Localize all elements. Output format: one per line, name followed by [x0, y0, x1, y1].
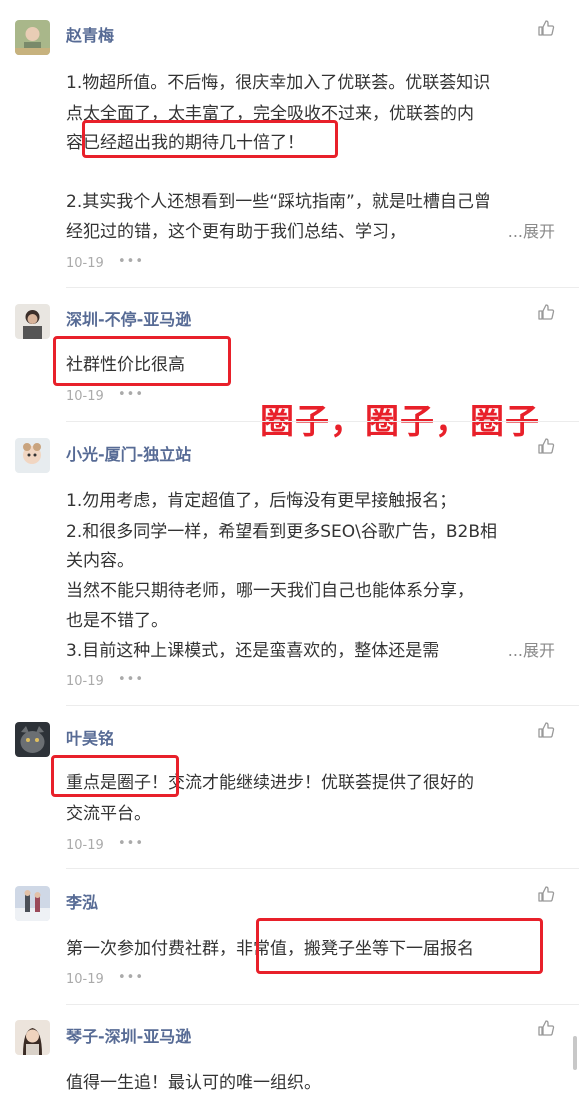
comment-text-line: 3.目前这种上课模式，还是蛮喜欢的，整体还是需: [66, 641, 440, 661]
comment-date: 10-19: [66, 972, 104, 987]
more-icon[interactable]: •••: [118, 970, 144, 985]
thumbs-up-icon[interactable]: [537, 885, 555, 903]
commenter-name[interactable]: 李泓: [66, 889, 98, 913]
expand-link[interactable]: ...展开: [508, 218, 555, 242]
highlight-box: [53, 336, 231, 386]
thumbs-up-icon[interactable]: [537, 303, 555, 321]
avatar[interactable]: [15, 20, 50, 55]
annotation-text: 圈子，圈子，圈子: [260, 402, 540, 442]
divider: [66, 705, 579, 706]
divider: [66, 421, 579, 422]
comment-text-line: 1.物超所值。不后悔，很庆幸加入了优联荟。优联荟知识: [66, 73, 491, 93]
commenter-name[interactable]: 深圳-不停-亚马逊: [66, 306, 191, 330]
more-icon[interactable]: •••: [118, 836, 144, 851]
avatar[interactable]: [15, 438, 50, 473]
commenter-name[interactable]: 琴子-深圳-亚马逊: [66, 1023, 191, 1047]
comment-date: 10-19: [66, 389, 104, 404]
comment-date: 10-19: [66, 838, 104, 853]
avatar[interactable]: [15, 304, 50, 339]
commenter-name[interactable]: 赵青梅: [66, 22, 114, 46]
thumbs-up-icon[interactable]: [537, 721, 555, 739]
commenter-name[interactable]: 小光-厦门-独立站: [66, 441, 191, 465]
thumbs-up-icon[interactable]: [537, 1019, 555, 1037]
avatar[interactable]: [15, 722, 50, 757]
divider: [66, 1004, 579, 1005]
more-icon[interactable]: •••: [118, 387, 144, 402]
comment-text-line: 值得一生追！最认可的唯一组织。: [66, 1073, 321, 1093]
highlight-box: [82, 120, 338, 158]
comment-date: 10-19: [66, 674, 104, 689]
expand-link[interactable]: ...展开: [508, 637, 555, 661]
comment-text-line: 关内容。: [66, 551, 134, 571]
comment-text-line: 2.和很多同学一样，希望看到更多SEO\谷歌广告，B2B相: [66, 522, 498, 542]
divider: [66, 287, 579, 288]
comment-text-line: 当然不能只期待老师，哪一天我们自己也能体系分享，: [66, 581, 474, 601]
highlight-box: [256, 918, 543, 974]
more-icon[interactable]: •••: [118, 254, 144, 269]
comment-text-line: 1.勿用考虑，肯定超值了，后悔没有更早接触报名；: [66, 491, 457, 511]
comment-text-line: 经犯过的错，这个更有助于我们总结、学习，: [66, 222, 406, 242]
divider: [66, 868, 579, 869]
scrollbar[interactable]: [573, 1036, 577, 1070]
comment-date: 10-19: [66, 256, 104, 271]
avatar[interactable]: [15, 1020, 50, 1055]
avatar[interactable]: [15, 886, 50, 921]
more-icon[interactable]: •••: [118, 672, 144, 687]
highlight-box: [51, 755, 179, 797]
comment-text-line: 2.其实我个人还想看到一些“踩坑指南”，就是吐槽自己曾: [66, 192, 491, 212]
thumbs-up-icon[interactable]: [537, 19, 555, 37]
comment-text-line: 也是不错了。: [66, 611, 168, 631]
commenter-name[interactable]: 叶昊铭: [66, 725, 114, 749]
comment-text-line: 交流平台。: [66, 804, 151, 824]
thumbs-up-icon[interactable]: [537, 437, 555, 455]
